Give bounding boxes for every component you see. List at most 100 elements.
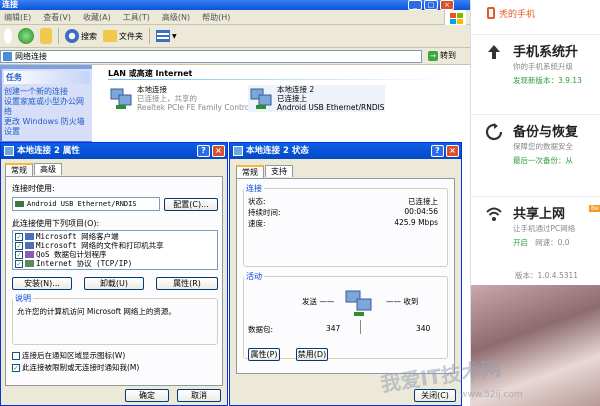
checkbox[interactable]: ✓ <box>12 363 20 372</box>
description-group: 说明 允许您的计算机访问 Microsoft 网络上的资源。 <box>12 293 218 345</box>
description-text: 允许您的计算机访问 Microsoft 网络上的资源。 <box>17 307 176 316</box>
explorer-title-bar[interactable]: 连接 <box>0 0 470 10</box>
adapter-icon <box>15 201 24 207</box>
promo-header: 秃的手机 <box>471 0 600 26</box>
menu-advanced[interactable]: 高级(N) <box>162 12 190 23</box>
items-list: ✓ Microsoft 网络客户端 ✓ Microsoft 网络的文件和打印机共享 … <box>12 230 218 270</box>
close-button[interactable]: × <box>446 145 459 157</box>
menu-tools[interactable]: 工具(T) <box>123 12 150 23</box>
maximize-button[interactable]: □ <box>424 0 438 10</box>
properties-title: 本地连接 2 属性 <box>17 146 80 156</box>
uninstall-button[interactable]: 卸载(U) <box>84 277 144 290</box>
address-field[interactable]: 网络连接 <box>0 50 422 63</box>
received-label: —— 收到 <box>386 297 419 306</box>
speed-value: 425.9 Mbps <box>394 218 438 227</box>
network-activity-icon <box>344 288 374 318</box>
properties-title-bar[interactable]: 本地连接 2 属性 <box>1 143 227 159</box>
checkbox[interactable]: ✓ <box>15 241 23 250</box>
status-value: 已连接上 <box>408 197 438 206</box>
explorer-title: 连接 <box>2 0 18 9</box>
toolbar: 搜索 文件夹 ▼ <box>0 25 470 48</box>
tab-general[interactable]: 常规 <box>236 165 264 178</box>
disable-button[interactable]: 禁用(D) <box>296 348 328 361</box>
status-tabs: 常规 支持 <box>236 165 294 178</box>
go-button[interactable]: → 转到 <box>428 50 456 61</box>
folders-button[interactable]: 文件夹 <box>103 30 143 42</box>
speed-label: 速度: <box>248 219 266 228</box>
go-arrow-icon: → <box>428 50 438 61</box>
properties-tab-body: 连接时使用: Android USB Ethernet/RNDIS 配置(C).… <box>5 176 223 386</box>
status-title-bar[interactable]: 本地连接 2 状态 <box>230 143 461 159</box>
wifi-icon <box>486 207 502 221</box>
folder-icon <box>103 30 117 42</box>
checkbox[interactable]: ✓ <box>15 259 23 268</box>
refresh-icon <box>485 123 503 141</box>
connection-local[interactable]: 本地连接 已连接上，共享的 Realtek PCIe FE Family Con… <box>108 85 256 112</box>
version-text: 版本：1.0.4.5311 <box>515 271 579 280</box>
cancel-button[interactable]: 取消 <box>177 389 221 402</box>
connection-legend: 连接 <box>244 183 264 194</box>
feature-system-update[interactable]: 手机系统升 你的手机系统升级 发现新版本：3.9.13 <box>471 34 600 98</box>
share-toggle[interactable]: 开启 <box>513 238 528 247</box>
ok-button[interactable]: 确定 <box>125 389 169 402</box>
help-button[interactable]: ? <box>197 145 210 157</box>
description-legend: 说明 <box>13 293 33 304</box>
duration-value: 00:04:56 <box>404 207 438 216</box>
checkbox[interactable]: ✓ <box>15 250 23 259</box>
feature-shared-internet[interactable]: 共享上网 Be 让手机通过PC网络 开启 网速：0.0 <box>471 196 600 260</box>
phone-assistant-panel: 秃的手机 手机系统升 你的手机系统升级 发现新版本：3.9.13 备份与恢复 保… <box>470 0 600 406</box>
configure-button[interactable]: 配置(C)... <box>164 198 218 211</box>
tab-support[interactable]: 支持 <box>265 165 293 177</box>
help-button[interactable]: ? <box>431 145 444 157</box>
menu-favorites[interactable]: 收藏(A) <box>83 12 111 23</box>
properties-tabs: 常规 高级 <box>5 163 63 176</box>
feature-backup-restore[interactable]: 备份与恢复 保障您的数据安全 最后一次备份：从 <box>471 114 600 178</box>
minimize-button[interactable]: _ <box>408 0 422 10</box>
task-setup-network[interactable]: 设置家庭或小型办公网络 <box>4 97 90 117</box>
notify-limited-option[interactable]: ✓ 此连接被限制或无连接时通知我(M) <box>12 363 139 372</box>
tab-general[interactable]: 常规 <box>5 163 33 176</box>
properties-dialog: 本地连接 2 属性 ? × 常规 高级 连接时使用: Android USB E… <box>0 142 228 406</box>
close-button[interactable]: × <box>440 0 454 10</box>
forward-icon[interactable] <box>18 28 34 44</box>
menu-bar: 编辑(E) 查看(V) 收藏(A) 工具(T) 高级(N) 帮助(H) <box>0 10 470 25</box>
item-properties-button[interactable]: 属性(R) <box>156 277 218 290</box>
connection-local-2[interactable]: 本地连接 2 已连接上 Android USB Ethernet/RNDIS <box>248 85 385 112</box>
checkbox[interactable] <box>12 351 20 360</box>
status-label: 状态: <box>248 197 266 206</box>
activity-legend: 活动 <box>244 271 264 282</box>
close-button[interactable]: × <box>212 145 225 157</box>
windows-logo-icon <box>444 10 466 26</box>
tab-advanced[interactable]: 高级 <box>34 163 62 175</box>
promo-photo <box>471 285 600 406</box>
share-icon <box>25 242 34 249</box>
install-button[interactable]: 安装(N)... <box>12 277 72 290</box>
group-header: LAN 或高速 Internet <box>108 69 193 78</box>
duration-label: 持续时间: <box>248 208 281 217</box>
views-button[interactable]: ▼ <box>156 30 177 42</box>
search-button[interactable]: 搜索 <box>65 29 97 43</box>
explorer-window-controls: _ □ × <box>408 0 454 10</box>
status-properties-button[interactable]: 属性(P) <box>248 348 280 361</box>
task-firewall-settings[interactable]: 更改 Windows 防火墙设置 <box>4 117 90 137</box>
task-create-connection[interactable]: 创建一个新的连接 <box>4 87 90 97</box>
network-icon <box>233 146 243 156</box>
checkbox[interactable]: ✓ <box>15 232 23 241</box>
task-pane-header: 任务 <box>4 71 90 84</box>
promo-brand: 秃的手机 <box>499 9 536 20</box>
notify-icon-option[interactable]: 连接后在通知区域显示图标(W) <box>12 351 125 360</box>
list-item[interactable]: ✓ Internet 协议 (TCP/IP) <box>15 259 215 268</box>
menu-edit[interactable]: 编辑(E) <box>4 12 31 23</box>
network-connection-icon <box>108 85 134 111</box>
menu-view[interactable]: 查看(V) <box>43 12 71 23</box>
arrow-up-icon <box>488 45 500 59</box>
items-label: 此连接使用下列项目(O): <box>12 219 100 228</box>
menu-help[interactable]: 帮助(H) <box>202 12 230 23</box>
network-connection-icon <box>248 85 274 111</box>
adapter-field: Android USB Ethernet/RNDIS <box>12 197 160 211</box>
connect-using-label: 连接时使用: <box>12 184 55 193</box>
packets-sent: 347 <box>326 324 341 333</box>
task-pane: 任务 创建一个新的连接 设置家庭或小型办公网络 更改 Windows 防火墙设置 <box>0 65 92 145</box>
connections-pane: LAN 或高速 Internet 本地连接 已连接上，共享的 Realtek P… <box>94 65 470 145</box>
up-folder-icon[interactable] <box>40 28 52 44</box>
